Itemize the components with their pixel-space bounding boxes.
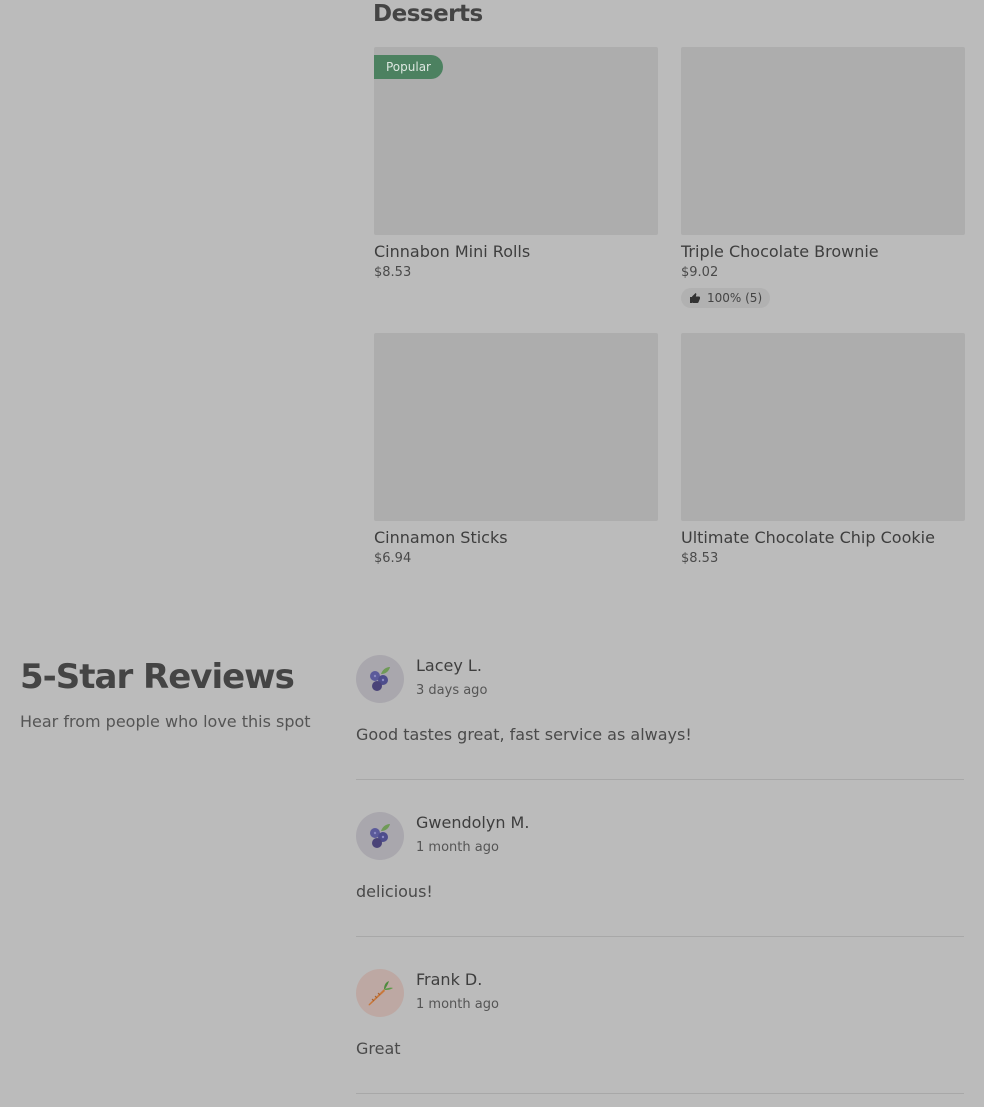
review-text: delicious! xyxy=(356,882,433,901)
menu-item-name: Ultimate Chocolate Chip Cookie xyxy=(681,528,935,547)
menu-item-card[interactable]: Triple Chocolate Brownie $9.02 100% (5) xyxy=(681,47,965,308)
blueberry-icon xyxy=(370,667,390,691)
reviews-title: 5-Star Reviews xyxy=(20,657,295,697)
divider xyxy=(356,1093,964,1094)
menu-item-card[interactable]: Cinnamon Sticks $6.94 xyxy=(374,333,658,569)
review-date: 3 days ago xyxy=(416,683,488,698)
blueberry-icon xyxy=(370,824,390,848)
menu-item-name: Cinnamon Sticks xyxy=(374,528,508,547)
divider xyxy=(356,936,964,937)
review-date: 1 month ago xyxy=(416,840,499,855)
review-author: Lacey L. xyxy=(416,656,482,675)
thumbs-up-icon xyxy=(690,293,700,303)
menu-item-card[interactable]: Popular Cinnabon Mini Rolls $8.53 xyxy=(374,47,658,283)
menu-item-name: Triple Chocolate Brownie xyxy=(681,242,879,261)
menu-item-price: $9.02 xyxy=(681,265,719,280)
menu-item-image[interactable]: Popular xyxy=(374,47,658,235)
menu-item-price: $8.53 xyxy=(374,265,412,280)
section-title-desserts: Desserts xyxy=(373,1,483,27)
review-date: 1 month ago xyxy=(416,997,499,1012)
review-author: Gwendolyn M. xyxy=(416,813,530,832)
menu-item-image[interactable] xyxy=(681,333,965,521)
reviews-subtitle: Hear from people who love this spot xyxy=(20,712,311,731)
rating-pill: 100% (5) xyxy=(681,288,771,308)
menu-item-card[interactable]: Ultimate Chocolate Chip Cookie $8.53 xyxy=(681,333,965,569)
menu-item-price: $6.94 xyxy=(374,551,412,566)
menu-item-image[interactable] xyxy=(681,47,965,235)
divider xyxy=(356,779,964,780)
review-text: Great xyxy=(356,1039,401,1058)
avatar xyxy=(356,655,404,703)
menu-item-name: Cinnabon Mini Rolls xyxy=(374,242,531,261)
review-text: Good tastes great, fast service as alway… xyxy=(356,725,692,744)
carrot-icon xyxy=(368,981,393,1006)
popular-badge: Popular xyxy=(374,55,443,79)
menu-item-price: $8.53 xyxy=(681,551,719,566)
avatar xyxy=(356,969,404,1017)
review-author: Frank D. xyxy=(416,970,483,989)
menu-item-image[interactable] xyxy=(374,333,658,521)
rating-text: 100% (5) xyxy=(707,291,763,305)
avatar xyxy=(356,812,404,860)
